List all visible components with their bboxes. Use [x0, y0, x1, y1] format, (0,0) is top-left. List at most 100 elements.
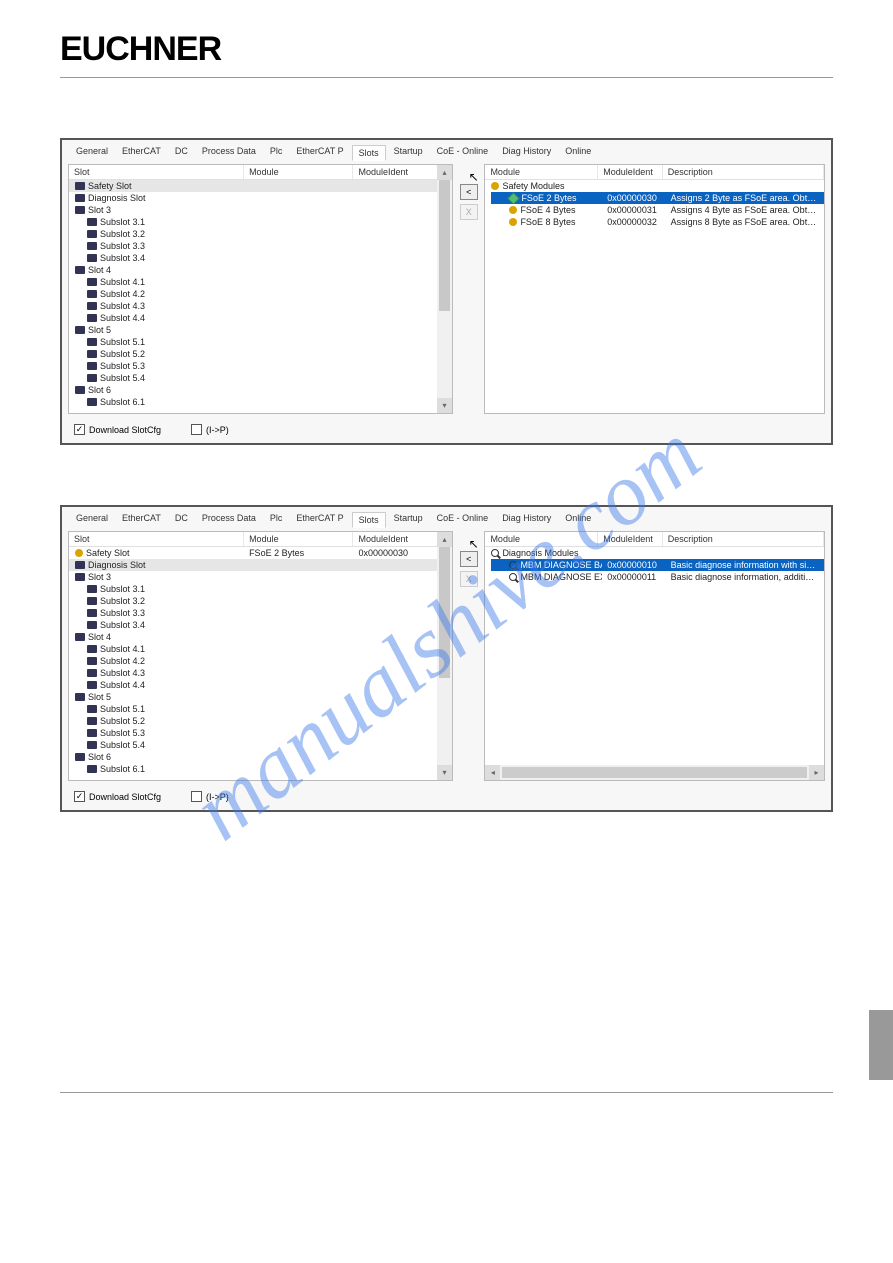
slot-row[interactable]: Slot 6: [69, 384, 452, 396]
right-module-list[interactable]: Module ModuleIdent Description Diagnosis…: [484, 531, 825, 781]
tab-startup[interactable]: Startup: [388, 144, 429, 160]
scroll-thumb[interactable]: [439, 547, 450, 678]
tab-plc[interactable]: Plc: [264, 144, 289, 160]
slot-row[interactable]: Subslot 4.2: [69, 288, 452, 300]
col-module[interactable]: Module: [244, 532, 353, 546]
slot-row[interactable]: Subslot 5.2: [69, 348, 452, 360]
slot-row[interactable]: Slot 4: [69, 631, 452, 643]
tab-coe-online[interactable]: CoE - Online: [431, 144, 495, 160]
scroll-down-icon[interactable]: ▾: [437, 765, 452, 780]
scroll-down-icon[interactable]: ▾: [437, 398, 452, 413]
slot-row[interactable]: Subslot 4.1: [69, 276, 452, 288]
slot-row[interactable]: Subslot 3.2: [69, 228, 452, 240]
col-r-module[interactable]: Module: [485, 165, 598, 179]
tab-slots[interactable]: Slots: [352, 145, 386, 161]
col-r-desc[interactable]: Description: [663, 532, 824, 546]
left-slot-list[interactable]: Slot Module ModuleIdent Safety SlotFSoE …: [68, 531, 453, 781]
module-row[interactable]: FSoE 8 Bytes0x00000032Assigns 8 Byte as …: [491, 216, 824, 228]
tab-diag-history[interactable]: Diag History: [496, 511, 557, 527]
tab-ethercat-p[interactable]: EtherCAT P: [290, 144, 349, 160]
slot-row[interactable]: Subslot 4.4: [69, 679, 452, 691]
col-module[interactable]: Module: [244, 165, 353, 179]
slot-row[interactable]: Subslot 3.1: [69, 583, 452, 595]
tab-ethercat[interactable]: EtherCAT: [116, 144, 167, 160]
right-module-list[interactable]: Module ModuleIdent Description Safety Mo…: [484, 164, 825, 414]
tab-online[interactable]: Online: [559, 511, 597, 527]
slot-row[interactable]: Subslot 4.4: [69, 312, 452, 324]
slot-row[interactable]: Slot 4: [69, 264, 452, 276]
slot-row[interactable]: Diagnosis Slot: [69, 559, 452, 571]
slot-row[interactable]: Subslot 5.4: [69, 739, 452, 751]
left-slot-list[interactable]: Slot Module ModuleIdent Safety SlotDiagn…: [68, 164, 453, 414]
tab-online[interactable]: Online: [559, 144, 597, 160]
isp-checkbox[interactable]: (I->P): [191, 791, 229, 802]
slot-row[interactable]: Subslot 3.1: [69, 216, 452, 228]
slot-row[interactable]: Safety SlotFSoE 2 Bytes0x00000030: [69, 547, 452, 559]
module-row[interactable]: FSoE 2 Bytes0x00000030Assigns 2 Byte as …: [491, 192, 824, 204]
slot-row[interactable]: Subslot 5.1: [69, 336, 452, 348]
col-r-ident[interactable]: ModuleIdent: [598, 532, 662, 546]
module-row[interactable]: FSoE 4 Bytes0x00000031Assigns 4 Byte as …: [491, 204, 824, 216]
scroll-thumb[interactable]: [439, 180, 450, 311]
module-group[interactable]: Safety Modules: [485, 180, 824, 192]
slot-row[interactable]: Subslot 5.1: [69, 703, 452, 715]
scrollbar-horizontal[interactable]: ◂ ▸: [485, 765, 824, 780]
slot-row[interactable]: Safety Slot: [69, 180, 452, 192]
add-module-button[interactable]: <: [460, 184, 478, 200]
col-slot[interactable]: Slot: [69, 532, 244, 546]
slot-row[interactable]: Diagnosis Slot: [69, 192, 452, 204]
col-slot[interactable]: Slot: [69, 165, 244, 179]
slot-row[interactable]: Subslot 3.4: [69, 619, 452, 631]
tab-dc[interactable]: DC: [169, 511, 194, 527]
download-slotcfg-checkbox[interactable]: ✓Download SlotCfg: [74, 791, 161, 802]
slot-row[interactable]: Subslot 3.4: [69, 252, 452, 264]
module-row[interactable]: MBM DIAGNOSE EXTENDED0x00000011Basic dia…: [491, 571, 824, 583]
slot-row[interactable]: Subslot 5.2: [69, 715, 452, 727]
tab-plc[interactable]: Plc: [264, 511, 289, 527]
tab-process-data[interactable]: Process Data: [196, 144, 262, 160]
tab-diag-history[interactable]: Diag History: [496, 144, 557, 160]
col-r-desc[interactable]: Description: [663, 165, 824, 179]
slot-row[interactable]: Subslot 3.2: [69, 595, 452, 607]
tab-general[interactable]: General: [70, 511, 114, 527]
slot-row[interactable]: Slot 5: [69, 324, 452, 336]
slot-row[interactable]: Subslot 5.4: [69, 372, 452, 384]
module-row[interactable]: MBM DIAGNOSE BASIC0x00000010Basic diagno…: [491, 559, 824, 571]
scroll-up-icon[interactable]: ▴: [437, 165, 452, 180]
download-slotcfg-checkbox[interactable]: ✓Download SlotCfg: [74, 424, 161, 435]
tab-ethercat[interactable]: EtherCAT: [116, 511, 167, 527]
slot-row[interactable]: Subslot 4.3: [69, 667, 452, 679]
slot-row[interactable]: Subslot 4.3: [69, 300, 452, 312]
slot-row[interactable]: Subslot 6.1: [69, 763, 452, 775]
tab-process-data[interactable]: Process Data: [196, 511, 262, 527]
module-group[interactable]: Diagnosis Modules: [485, 547, 824, 559]
isp-checkbox[interactable]: (I->P): [191, 424, 229, 435]
slot-row[interactable]: Slot 3: [69, 571, 452, 583]
scroll-right-icon[interactable]: ▸: [809, 765, 824, 780]
col-r-module[interactable]: Module: [485, 532, 598, 546]
slot-row[interactable]: Subslot 4.1: [69, 643, 452, 655]
tab-dc[interactable]: DC: [169, 144, 194, 160]
slot-row[interactable]: Subslot 5.3: [69, 360, 452, 372]
remove-module-button[interactable]: X: [460, 571, 478, 587]
scroll-thumb-h[interactable]: [502, 767, 807, 778]
scrollbar-vertical[interactable]: ▴ ▾: [437, 165, 452, 413]
scroll-up-icon[interactable]: ▴: [437, 532, 452, 547]
slot-row[interactable]: Subslot 4.2: [69, 655, 452, 667]
tab-ethercat-p[interactable]: EtherCAT P: [290, 511, 349, 527]
scrollbar-vertical[interactable]: ▴ ▾: [437, 532, 452, 780]
tab-coe-online[interactable]: CoE - Online: [431, 511, 495, 527]
slot-row[interactable]: Subslot 3.3: [69, 240, 452, 252]
tab-general[interactable]: General: [70, 144, 114, 160]
add-module-button[interactable]: <: [460, 551, 478, 567]
scroll-left-icon[interactable]: ◂: [485, 765, 500, 780]
slot-row[interactable]: Slot 6: [69, 751, 452, 763]
slot-row[interactable]: Subslot 5.3: [69, 727, 452, 739]
tab-startup[interactable]: Startup: [388, 511, 429, 527]
slot-row[interactable]: Subslot 6.1: [69, 396, 452, 408]
remove-module-button[interactable]: X: [460, 204, 478, 220]
slot-row[interactable]: Slot 3: [69, 204, 452, 216]
col-r-ident[interactable]: ModuleIdent: [598, 165, 662, 179]
slot-row[interactable]: Subslot 3.3: [69, 607, 452, 619]
slot-row[interactable]: Slot 5: [69, 691, 452, 703]
